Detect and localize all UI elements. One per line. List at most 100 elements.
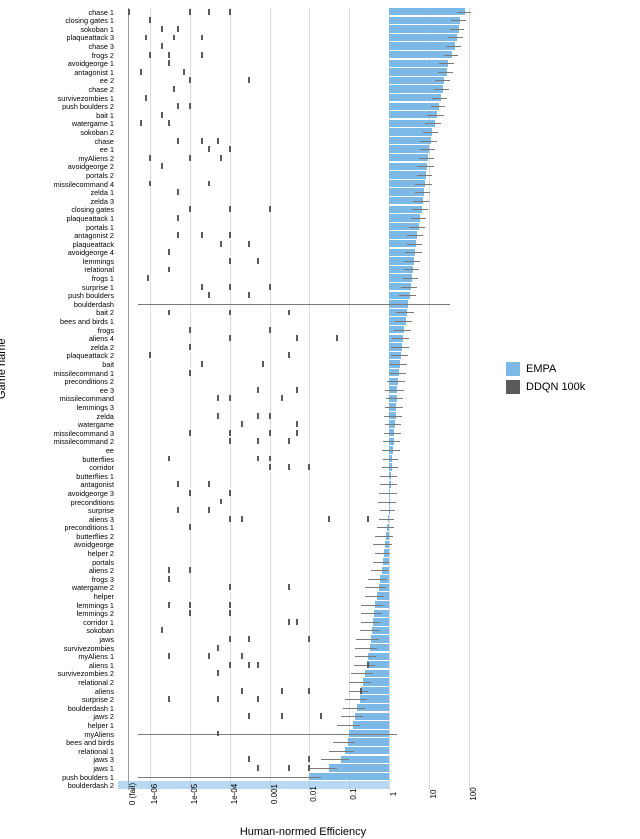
y-tick-label: missilecommand 2 [54, 438, 114, 445]
y-tick-label: zelda 2 [90, 344, 114, 351]
y-tick-label: watergame [78, 421, 114, 428]
empa-errorbar [355, 656, 376, 657]
empa-errorbar [411, 218, 426, 219]
ddqn-tick [183, 69, 185, 75]
data-row [118, 661, 488, 668]
empa-errorbar [427, 115, 443, 116]
empa-errorbar [407, 235, 423, 236]
empa-errorbar [420, 149, 435, 150]
y-tick-label: boulderdash 1 [68, 705, 114, 712]
empa-errorbar [382, 467, 398, 468]
y-tick-label: aliens 3 [89, 516, 114, 523]
data-row [118, 266, 488, 273]
ddqn-tick [147, 275, 149, 281]
y-tick-label: myAliens [84, 731, 114, 738]
empa-errorbar [382, 450, 400, 451]
data-row [118, 721, 488, 728]
ddqn-tick [217, 645, 219, 651]
y-tick-label: survivezombies 2 [58, 670, 114, 677]
ddqn-tick [217, 395, 219, 401]
data-row [118, 738, 488, 745]
chart-figure: chase 1closing gates 1sokoban 1plaqueatt… [0, 0, 640, 839]
y-tick-label: ee 3 [100, 387, 114, 394]
ddqn-tick [281, 688, 283, 694]
y-tick-label: preconditions 1 [65, 524, 115, 531]
empa-errorbar [360, 630, 380, 631]
ddqn-tick [189, 77, 191, 83]
data-row [118, 68, 488, 75]
data-row [118, 8, 488, 15]
y-tick-label: push boulders [68, 292, 114, 299]
y-tick-label: watergame 1 [72, 120, 114, 127]
ddqn-tick [296, 421, 298, 427]
data-row [118, 653, 488, 660]
y-tick-label: boulderdash 2 [68, 782, 114, 789]
data-row [118, 463, 488, 470]
ddqn-tick [269, 464, 271, 470]
y-tick-label: portals 2 [86, 172, 114, 179]
ddqn-tick [288, 765, 290, 771]
empa-errorbar [375, 536, 393, 537]
data-row [118, 206, 488, 213]
ddqn-tick [149, 352, 151, 358]
data-row [118, 34, 488, 41]
y-tick-label: portals 1 [86, 224, 114, 231]
y-tick-label: sokoban [86, 627, 114, 634]
empa-errorbar [396, 312, 413, 313]
y-tick-label: closing gates 1 [65, 17, 114, 24]
ddqn-tick [161, 163, 163, 169]
y-tick-label: chase 1 [88, 9, 114, 16]
data-row [118, 352, 488, 359]
ddqn-tick [281, 713, 283, 719]
empa-errorbar [373, 544, 392, 545]
x-tick-label: 0.1 [349, 788, 358, 799]
ddqn-tick [367, 516, 369, 522]
ddqn-tick [308, 756, 310, 762]
ddqn-tick [177, 138, 179, 144]
data-row [118, 180, 488, 187]
y-tick-label: helper 2 [88, 550, 114, 557]
ddqn-tick [257, 258, 259, 264]
ddqn-tick [208, 507, 210, 513]
empa-errorbar [385, 407, 403, 408]
x-tick-label: 100 [469, 787, 478, 800]
y-axis-labels: chase 1closing gates 1sokoban 1plaqueatt… [0, 8, 116, 790]
ddqn-tick [217, 413, 219, 419]
y-tick-label: lemmings 3 [77, 404, 114, 411]
ddqn-tick [308, 636, 310, 642]
data-row [118, 635, 488, 642]
data-row [118, 386, 488, 393]
ddqn-tick [229, 232, 231, 238]
empa-errorbar [439, 63, 454, 64]
empa-errorbar [434, 89, 449, 90]
y-tick-label: bait [102, 361, 114, 368]
y-tick-label: avoidgeorge 3 [68, 490, 114, 497]
empa-errorbar [361, 605, 383, 606]
ddqn-tick [149, 52, 151, 58]
legend-item: DDQN 100k [506, 378, 585, 396]
y-tick-label: antagonist 2 [74, 232, 114, 239]
empa-errorbar [444, 55, 458, 56]
data-row [118, 773, 488, 780]
x-axis-title: Human-normed Efficiency [118, 826, 488, 838]
data-row [118, 403, 488, 410]
y-tick-label: myAliens 1 [78, 653, 114, 660]
y-tick-label: plaqueattack 2 [67, 352, 114, 359]
ddqn-tick [168, 602, 170, 608]
ddqn-tick [217, 731, 219, 737]
y-tick-label: corridor 1 [83, 619, 114, 626]
data-row [118, 756, 488, 763]
ddqn-tick [168, 310, 170, 316]
data-row [118, 438, 488, 445]
y-tick-label: butterflies 2 [76, 533, 114, 540]
ddqn-tick [177, 103, 179, 109]
data-row [118, 154, 488, 161]
ddqn-tick [168, 52, 170, 58]
ddqn-tick [248, 636, 250, 642]
ddqn-tick [168, 120, 170, 126]
empa-errorbar [365, 596, 384, 597]
empa-errorbar [399, 295, 416, 296]
ddqn-tick [229, 395, 231, 401]
ddqn-tick [168, 696, 170, 702]
ddqn-tick [168, 456, 170, 462]
